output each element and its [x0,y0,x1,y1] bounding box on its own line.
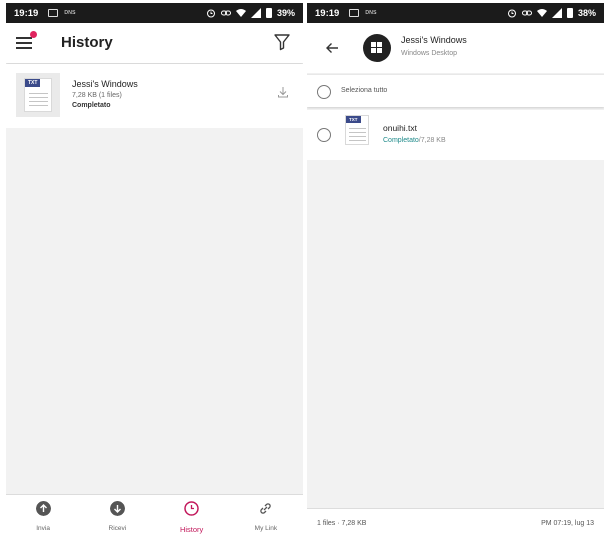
notification-icon [349,9,360,17]
wifi-icon [235,9,246,17]
nav-history-label: History [179,525,204,534]
dns-icon: DNS [64,10,76,16]
battery-level: 38% [577,8,596,18]
device-type: Windows Desktop [401,50,458,57]
file-size: /7,28 KB [418,137,446,144]
windows-icon [371,42,383,54]
history-item-status: Completato [72,102,111,109]
status-bar: 19:19 DNS 38% [307,3,604,23]
menu-icon[interactable] [16,31,37,52]
device-avatar [363,34,391,62]
link-icon [521,10,532,16]
wifi-icon [536,9,547,17]
history-item-size: 7,28 KB (1 files) [72,92,122,99]
nav-history[interactable]: History [155,495,229,536]
battery-icon [265,8,272,18]
file-thumbnail: TXT [16,73,60,117]
status-time: 19:19 [315,7,340,19]
file-select-radio[interactable] [317,128,331,142]
page-title: History [61,34,113,51]
bottom-nav: Invia Ricevi History My Link [6,494,303,536]
receive-icon [109,501,125,516]
back-arrow-icon[interactable] [325,41,339,55]
txt-file-icon: TXT [24,78,52,112]
file-row[interactable]: TXT onuihi.txt Completato/7,28 KB [307,110,604,160]
battery-level: 39% [276,8,295,18]
nav-ricevi-label: Ricevi [108,525,127,532]
device-detail-screen: 19:19 DNS 38% Jessi's Windows Windows De… [307,3,604,536]
nav-invia[interactable]: Invia [6,495,80,536]
status-bar: 19:19 DNS 39% [6,3,303,23]
select-all-label: Seleziona tutto [341,87,388,94]
status-time: 19:19 [14,7,39,19]
alarm-icon [507,9,516,18]
dns-icon: DNS [365,10,377,16]
filter-icon[interactable] [273,33,291,51]
download-icon[interactable] [277,86,289,98]
nav-invia-label: Invia [36,525,50,532]
select-all-row[interactable]: Seleziona tutto [307,74,604,107]
battery-icon [566,8,573,18]
nav-ricevi[interactable]: Ricevi [80,495,154,536]
history-item-name: Jessi's Windows [72,79,138,89]
select-all-radio[interactable] [317,85,331,99]
device-header: Jessi's Windows Windows Desktop [307,23,604,73]
signal-icon [551,8,562,18]
transfer-summary: 1 files · 7,28 KB [317,520,367,527]
history-icon [184,501,199,516]
transfer-footer: 1 files · 7,28 KB PM 07:19, lug 13 [307,508,604,536]
link-icon [260,503,272,514]
nav-my-link-label: My Link [254,525,278,532]
alarm-icon [206,9,215,18]
device-name: Jessi's Windows [401,35,467,45]
file-status: Completato [383,137,419,144]
nav-my-link[interactable]: My Link [229,495,303,536]
signal-icon [250,8,261,18]
file-meta: Completato/7,28 KB [383,137,446,144]
notification-icon [48,9,59,17]
file-name: onuihi.txt [383,123,418,133]
link-icon [220,10,231,16]
history-screen: 19:19 DNS 39% History TXT Jessi's Window… [6,3,303,536]
history-item[interactable]: TXT Jessi's Windows 7,28 KB (1 files) Co… [6,64,303,128]
notification-dot [30,31,37,38]
transfer-datetime: PM 07:19, lug 13 [541,520,594,527]
txt-file-icon: TXT [345,115,369,145]
app-bar: History [6,23,303,63]
send-icon [35,501,51,516]
